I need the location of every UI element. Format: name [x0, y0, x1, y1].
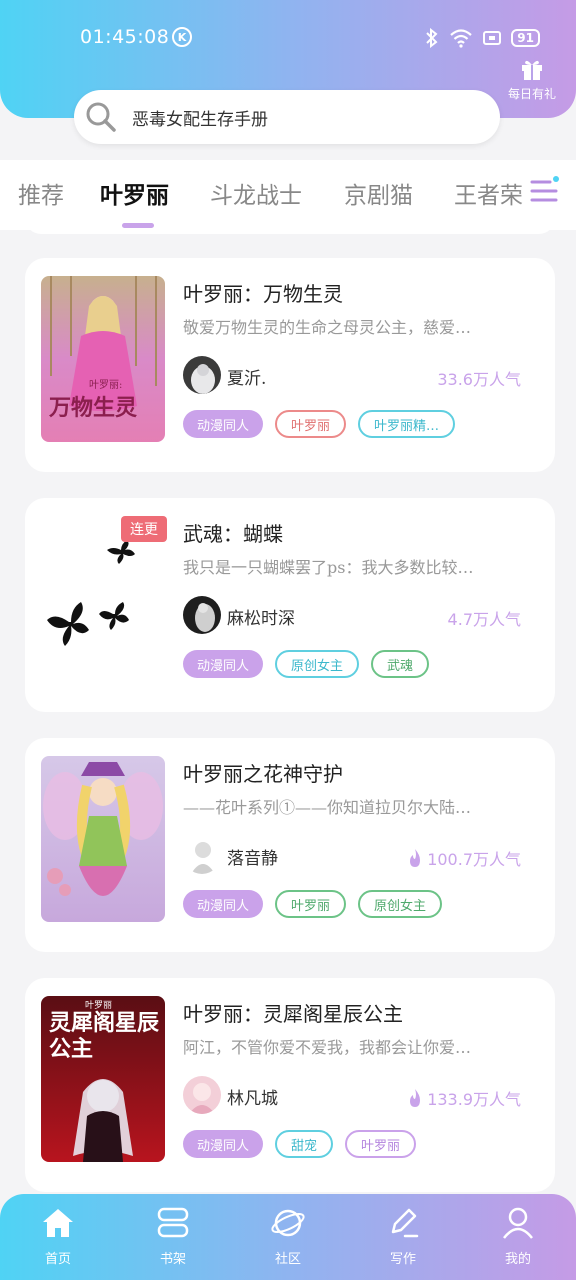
book-card[interactable]: 连更 武魂：蝴蝶 我只是一只蝴蝶罢了ps：我大多数比较… 麻松时深 4.7万人气… [25, 498, 555, 712]
author-name: 麻松时深 [227, 609, 295, 629]
avatar [183, 1076, 221, 1114]
nav-bookshelf[interactable]: 书架 [133, 1206, 213, 1267]
nav-community-label: 社区 [274, 1252, 301, 1267]
bottom-nav: 首页 书架 社区 写作 我的 [0, 1194, 576, 1280]
tag[interactable]: 叶罗丽精… [358, 410, 456, 438]
status-time: 01:45:08 [80, 26, 170, 48]
search-icon [86, 102, 116, 132]
author-name: 落音静 [227, 849, 278, 869]
home-icon [43, 1209, 73, 1237]
nav-bookshelf-label: 书架 [159, 1252, 186, 1267]
popularity-count: 4.7万人气 [448, 606, 521, 630]
avatar [183, 596, 221, 634]
status-icons: 91 [425, 28, 540, 48]
search-query-text: 恶毒女配生存手册 [132, 109, 268, 130]
book-card[interactable]: 叶罗丽 灵犀阁星辰公主 叶罗丽：灵犀阁星辰公主 阿江，不管你爱不爱我，我都会让你… [25, 978, 555, 1192]
book-title: 叶罗丽之花神守护 [183, 762, 343, 786]
tag[interactable]: 叶罗丽 [345, 1130, 417, 1158]
fire-icon [410, 1089, 421, 1107]
book-description: 敬爱万物生灵的生命之母灵公主，慈爱… [183, 318, 472, 337]
tag[interactable]: 动漫同人 [183, 1130, 264, 1158]
battery-icon: 91 [511, 29, 540, 47]
book-list: 叶罗丽: 万物生灵 叶罗丽：万物生灵 敬爱万物生灵的生命之母灵公主，慈爱… 夏沂… [0, 230, 576, 1195]
popularity-count: 133.9万人气 [407, 1086, 521, 1110]
popularity-text: 4.7万人气 [447, 610, 521, 629]
tag[interactable]: 武魂 [371, 650, 430, 678]
nav-profile[interactable]: 我的 [478, 1206, 558, 1267]
book-title: 叶罗丽：万物生灵 [183, 282, 343, 306]
previous-card-edge [25, 230, 555, 234]
sim-icon [483, 31, 502, 45]
avatar [183, 836, 221, 874]
book-description: ——花叶系列①——你知道拉贝尔大陆… [183, 798, 472, 817]
daily-gift-button[interactable]: 每日有礼 [502, 56, 562, 102]
popularity-count: 100.7万人气 [407, 846, 521, 870]
cover-subtitle: 叶罗丽: [89, 380, 123, 391]
book-description: 阿江，不管你爱不爱我，我都会让你爱… [183, 1038, 472, 1057]
book-cover: 叶罗丽 灵犀阁星辰公主 [41, 996, 165, 1162]
popularity-text: 133.9万人气 [427, 1090, 521, 1109]
tab-jingjumao[interactable]: 京剧猫 [344, 176, 413, 210]
popularity-text: 100.7万人气 [427, 850, 521, 869]
tag-list: 动漫同人 叶罗丽 原创女主 [183, 890, 443, 918]
user-icon [503, 1207, 533, 1239]
tag-list: 动漫同人 原创女主 武魂 [183, 650, 430, 678]
book-cover [41, 756, 165, 922]
tag[interactable]: 甜宠 [275, 1130, 334, 1158]
tab-wangzhe[interactable]: 王者荣 [454, 176, 523, 210]
book-title: 叶罗丽：灵犀阁星辰公主 [183, 1002, 403, 1026]
fire-icon [410, 849, 421, 867]
nav-writing[interactable]: 写作 [363, 1206, 443, 1267]
nav-community[interactable]: 社区 [248, 1206, 328, 1267]
pen-icon [391, 1208, 419, 1238]
tag[interactable]: 原创女主 [275, 650, 360, 678]
serial-badge: 连更 [121, 516, 167, 542]
status-bar: 01:45:08 K 91 [0, 22, 576, 54]
search-input[interactable]: 恶毒女配生存手册 [74, 90, 500, 144]
category-menu-icon[interactable] [530, 174, 560, 208]
author-name: 夏沂. [227, 369, 267, 389]
k-icon: K [172, 27, 192, 47]
bookshelf-icon [157, 1207, 189, 1238]
popularity-text: 33.6万人气 [437, 370, 521, 389]
tag[interactable]: 动漫同人 [183, 890, 264, 918]
avatar [183, 356, 221, 394]
nav-profile-label: 我的 [504, 1252, 531, 1267]
active-tab-indicator [122, 223, 154, 228]
popularity-count: 33.6万人气 [437, 366, 521, 390]
tag[interactable]: 叶罗丽 [275, 890, 347, 918]
daily-gift-label: 每日有礼 [507, 87, 556, 101]
nav-writing-label: 写作 [389, 1252, 416, 1267]
book-card[interactable]: 叶罗丽之花神守护 ——花叶系列①——你知道拉贝尔大陆… 落音静 100.7万人气… [25, 738, 555, 952]
gift-icon [522, 60, 542, 80]
tag[interactable]: 原创女主 [358, 890, 443, 918]
cover-title: 灵犀阁星辰公主 [49, 1010, 160, 1062]
cover-title: 万物生灵 [49, 395, 138, 421]
wifi-icon [450, 29, 473, 48]
tag-list: 动漫同人 甜宠 叶罗丽 [183, 1130, 417, 1158]
nav-home[interactable]: 首页 [18, 1206, 98, 1267]
tab-doulong[interactable]: 斗龙战士 [210, 176, 302, 210]
author-name: 林凡城 [227, 1089, 278, 1109]
tab-yeluoli[interactable]: 叶罗丽 [100, 176, 169, 210]
bluetooth-icon [426, 28, 438, 48]
tag[interactable]: 动漫同人 [183, 650, 264, 678]
book-title: 武魂：蝴蝶 [183, 522, 283, 546]
tag-list: 动漫同人 叶罗丽 叶罗丽精… [183, 410, 456, 438]
category-tabs: 推荐 叶罗丽 斗龙战士 京剧猫 王者荣 [0, 160, 576, 230]
nav-home-label: 首页 [44, 1252, 71, 1267]
book-cover: 叶罗丽: 万物生灵 [41, 276, 165, 442]
book-description: 我只是一只蝴蝶罢了ps：我大多数比较… [183, 558, 474, 577]
tag[interactable]: 叶罗丽 [275, 410, 347, 438]
tag[interactable]: 动漫同人 [183, 410, 264, 438]
planet-icon [271, 1209, 305, 1237]
book-card[interactable]: 叶罗丽: 万物生灵 叶罗丽：万物生灵 敬爱万物生灵的生命之母灵公主，慈爱… 夏沂… [25, 258, 555, 472]
tab-recommend[interactable]: 推荐 [18, 176, 64, 210]
